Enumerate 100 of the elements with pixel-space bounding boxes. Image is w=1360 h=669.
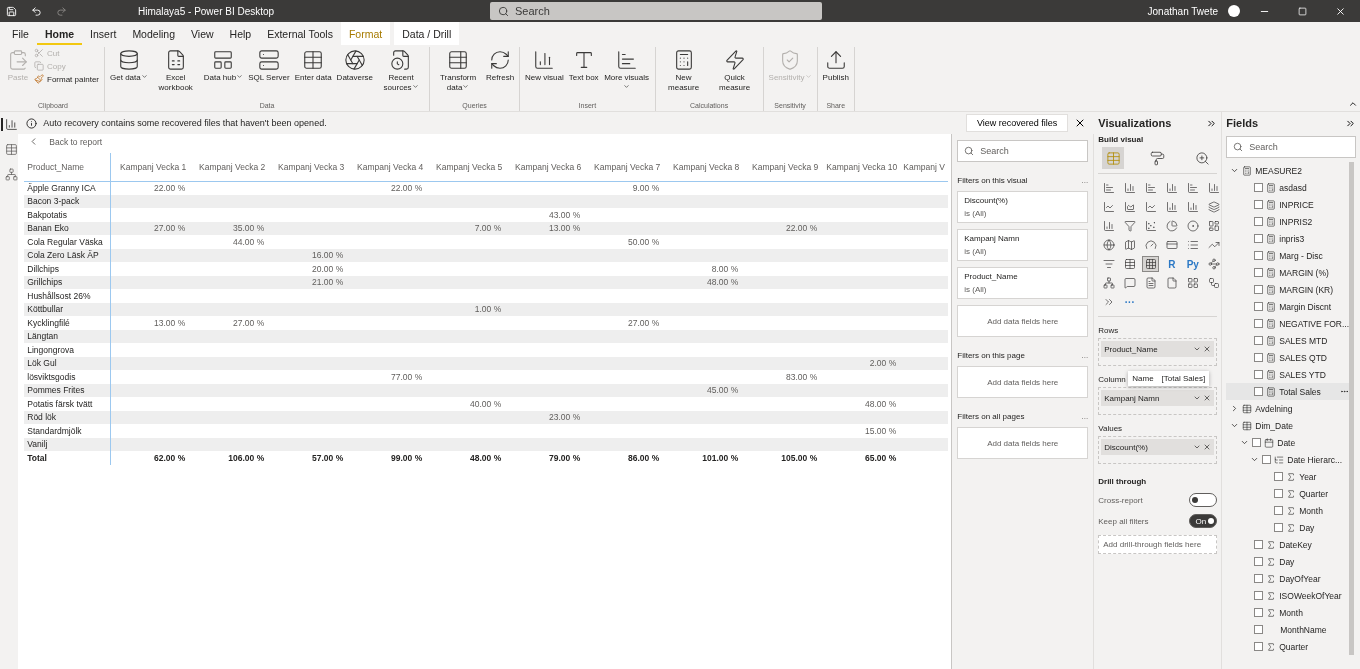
checkbox[interactable] — [1254, 285, 1264, 294]
checkbox[interactable] — [1254, 234, 1264, 243]
checkbox[interactable] — [1254, 319, 1264, 328]
field-item[interactable]: inpris3 — [1226, 230, 1349, 247]
table-icon[interactable] — [1102, 147, 1125, 169]
avatar[interactable] — [1228, 5, 1240, 17]
filter-card[interactable]: Kampanj Namn is (All) — [957, 229, 1089, 261]
maximize-icon[interactable] — [1297, 6, 1307, 16]
ribbon-button[interactable]: New measure — [658, 47, 709, 95]
globe-icon[interactable] — [1100, 237, 1118, 253]
chevron-down-icon[interactable] — [1230, 166, 1240, 175]
field-item[interactable]: DateKey — [1226, 536, 1349, 553]
ribbon-button[interactable]: Data hub — [201, 47, 246, 85]
checkbox[interactable] — [1254, 200, 1264, 209]
pie-chart-icon[interactable] — [1163, 218, 1181, 234]
checkbox[interactable] — [1254, 557, 1264, 566]
visual-type-button[interactable]: Py — [1184, 256, 1202, 272]
field-item[interactable]: Avdelning — [1226, 400, 1349, 417]
checkbox[interactable] — [1254, 268, 1264, 277]
visual-type-button[interactable]: ··· — [1121, 294, 1139, 310]
ribbon-tab[interactable]: Help — [221, 22, 260, 45]
field-well[interactable]: Kampanj Namn — [1098, 387, 1218, 415]
checkbox[interactable] — [1254, 625, 1264, 634]
matrix-icon[interactable] — [1142, 256, 1160, 272]
search-field[interactable]: Search — [1226, 136, 1356, 158]
report-view-icon[interactable] — [0, 118, 18, 131]
ribbon-button[interactable]: Refresh — [484, 47, 517, 85]
ribbon-button[interactable]: Enter data — [292, 47, 334, 85]
checkbox[interactable] — [1274, 523, 1284, 532]
ribbon-tab[interactable]: Format — [340, 22, 391, 45]
undo-icon[interactable] — [31, 5, 42, 17]
funnel-icon[interactable] — [1121, 218, 1139, 234]
checkbox[interactable] — [1254, 370, 1264, 379]
field-pill[interactable]: Kampanj Namn — [1101, 390, 1215, 406]
search-field[interactable]: Search — [490, 2, 822, 20]
checkbox[interactable] — [1274, 489, 1284, 498]
chevron-down-icon[interactable] — [1250, 455, 1260, 464]
ribbon-tab[interactable]: Modeling — [124, 22, 183, 45]
ribbon-button[interactable]: Recent sources — [376, 47, 427, 95]
ribbon-button[interactable]: Text box — [566, 47, 601, 85]
ribbon-tab[interactable]: View — [183, 22, 222, 45]
more-icon[interactable] — [1340, 387, 1349, 396]
ribbon-button[interactable]: More visuals — [601, 47, 652, 95]
field-pill[interactable]: Product_Name — [1101, 341, 1215, 357]
more-options[interactable]: ... — [1081, 351, 1089, 360]
remove-icon[interactable] — [1203, 394, 1212, 402]
drop-zone[interactable]: Add data fields here — [957, 305, 1089, 337]
field-item[interactable]: Date Hierarc... — [1226, 451, 1349, 468]
ribbon-button[interactable]: Get data — [108, 47, 150, 85]
remove-icon[interactable] — [1203, 345, 1212, 353]
field-item[interactable]: MARGIN (%) — [1226, 264, 1349, 281]
checkbox[interactable] — [1254, 336, 1264, 345]
field-item[interactable]: Marg - Disc — [1226, 247, 1349, 264]
field-well[interactable]: Discount(%) — [1098, 436, 1218, 464]
checkbox[interactable] — [1254, 642, 1264, 651]
chevron-down-icon[interactable] — [1230, 421, 1240, 430]
speech-bubble-icon[interactable] — [1121, 275, 1139, 291]
tree-icon[interactable] — [1100, 275, 1118, 291]
ribbon-tab[interactable]: Home — [36, 22, 83, 45]
field-item[interactable]: Year — [1226, 468, 1349, 485]
chevron-down-icon[interactable] — [1193, 443, 1202, 451]
checkbox[interactable] — [1274, 472, 1284, 481]
drop-zone[interactable]: Add data fields here — [957, 427, 1089, 459]
field-item[interactable]: ISOWeekOfYear — [1226, 587, 1349, 604]
ribbon-button[interactable]: Dataverse — [334, 47, 376, 85]
checkbox[interactable] — [1262, 455, 1272, 464]
checkbox[interactable] — [1254, 302, 1264, 311]
redo-icon[interactable] — [56, 5, 67, 17]
field-item[interactable]: NEGATIVE FOR... — [1226, 315, 1349, 332]
toggle-switch[interactable] — [1189, 493, 1218, 507]
close-icon[interactable] — [1334, 5, 1346, 17]
field-item[interactable]: Dim_Date — [1226, 417, 1349, 434]
checkbox[interactable] — [1254, 574, 1264, 583]
chevron-down-icon[interactable] — [1193, 394, 1202, 402]
ribbon-tab[interactable]: File — [4, 22, 37, 45]
ribbon-button[interactable]: Transform data — [433, 47, 484, 95]
ribbon-button[interactable]: Publish — [820, 47, 851, 85]
field-item[interactable]: INPRIS2 — [1226, 213, 1349, 230]
save-icon[interactable] — [6, 5, 17, 17]
field-item[interactable]: Month — [1226, 502, 1349, 519]
field-item[interactable]: Day — [1226, 519, 1349, 536]
field-item[interactable]: Month — [1226, 604, 1349, 621]
view-recovered-files-button[interactable]: View recovered files — [965, 114, 1069, 132]
checkbox[interactable] — [1254, 608, 1264, 617]
ribbon-tab[interactable]: Data / Drill — [394, 22, 460, 45]
search-field[interactable]: Search — [957, 140, 1089, 162]
field-item[interactable]: Quarter — [1226, 638, 1349, 655]
field-item[interactable]: Quarter — [1226, 485, 1349, 502]
drop-zone[interactable]: Add data fields here — [957, 366, 1089, 398]
field-item[interactable]: asdasd — [1226, 179, 1349, 196]
ribbon-button[interactable]: New visual — [523, 47, 566, 85]
ribbon-button[interactable]: Excel workbook — [150, 47, 201, 95]
collapse-ribbon-icon[interactable] — [1348, 99, 1358, 109]
checkbox[interactable] — [1254, 353, 1264, 362]
checkbox[interactable] — [1254, 540, 1264, 549]
checkbox[interactable] — [1254, 183, 1264, 192]
field-item[interactable]: Date — [1226, 434, 1349, 451]
back-link[interactable]: Back to report — [24, 136, 103, 147]
toggle-switch[interactable]: On — [1189, 514, 1218, 528]
ribbon-button[interactable]: SQL Server — [246, 47, 292, 85]
